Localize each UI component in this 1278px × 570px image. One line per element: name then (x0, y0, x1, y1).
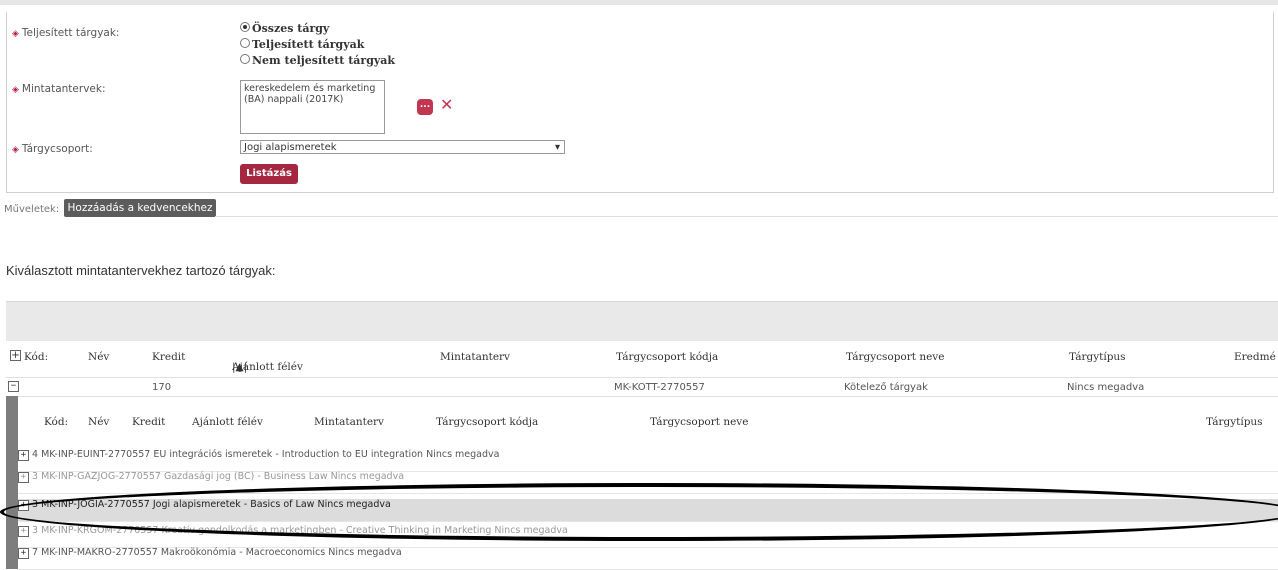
group-code: MK-KOTT-2770557 (614, 382, 705, 393)
row-type: Nincs megadva (328, 547, 402, 558)
radio-icon[interactable] (240, 38, 250, 48)
section-title: Kiválasztott mintatantervekhez tartozó t… (6, 263, 276, 278)
grid-toolbar (6, 301, 1278, 342)
col-eredmeny[interactable]: Eredmé (1234, 351, 1276, 363)
diamond-icon: ◈ (12, 29, 19, 39)
divider (215, 216, 1278, 217)
top-bar (0, 0, 1278, 5)
subtable-indent-bar (6, 396, 18, 569)
close-icon[interactable]: ✕ (440, 97, 453, 113)
table-row[interactable]: + 7 MK-INP-MAKRO-2770557 Makroökonómia -… (18, 547, 1278, 570)
col-targytipus[interactable]: Tárgytípus (1069, 351, 1126, 363)
col-targycsoport-neve[interactable]: Tárgycsoport neve (846, 351, 944, 363)
row-kredit: 3 (32, 525, 39, 536)
expand-icon[interactable]: + (18, 526, 29, 537)
row-kredit: 4 (32, 449, 39, 460)
curricula-browse-button[interactable]: ... (417, 99, 433, 115)
filter-panel (6, 12, 1274, 193)
sub-col-targytipus[interactable]: Tárgytípus (1206, 416, 1263, 428)
row-group-code: MK-INP-MAKRO-2770557 (41, 547, 158, 558)
chevron-down-icon[interactable]: ▾ (555, 141, 560, 155)
row-kredit: 7 (32, 547, 39, 558)
collapse-icon[interactable]: − (8, 381, 19, 392)
add-favorite-button[interactable]: Hozzáadás a kedvencekhez (64, 199, 216, 217)
col-mintatanterv[interactable]: Mintatanterv (440, 351, 510, 363)
row-group-name: EU integrációs ismeretek - Introduction … (153, 449, 424, 460)
row-group-name: Gazdasági jog (BC) - Business Law (163, 471, 328, 482)
radio-all-subjects[interactable]: Összes tárgy (240, 22, 329, 35)
group-label: ◈ Tárgycsoport: (12, 143, 93, 155)
highlight-ellipse-annotation (0, 483, 1278, 541)
diamond-icon: ◈ (12, 85, 19, 95)
sub-col-ajanlott-felev[interactable]: Ajánlott félév (192, 416, 263, 428)
list-button[interactable]: Listázás (240, 164, 298, 184)
row-group-code: MK-INP-EUINT-2770557 (41, 449, 151, 460)
expand-icon[interactable]: + (18, 450, 29, 461)
row-type: Nincs megadva (330, 471, 405, 482)
group-type: Nincs megadva (1067, 382, 1145, 393)
row-group-name: Makroökonómia - Macroeconomics (160, 547, 326, 558)
row-kredit: 3 (32, 471, 39, 482)
main-table-header: + Kód: Név Kredit Ajánlott félév |▲| Min… (6, 341, 1278, 373)
group-row[interactable]: − 170 MK-KOTT-2770557 Kötelező tárgyak N… (6, 377, 1278, 397)
completed-filter-label: ◈ Teljesített tárgyak: (12, 27, 120, 39)
sub-col-kod[interactable]: Kód: (44, 416, 68, 428)
row-type: Nincs megadva (426, 449, 500, 460)
curricula-textarea[interactable]: kereskedelem és marketing (BA) nappali (… (240, 80, 385, 134)
sub-col-nev[interactable]: Név (88, 416, 109, 428)
expand-icon[interactable]: + (18, 548, 29, 559)
sort-asc-icon[interactable]: |▲| (232, 361, 247, 373)
table-row[interactable]: + 4 MK-INP-EUINT-2770557 EU integrációs … (18, 449, 1278, 472)
sub-col-targycsoport-neve[interactable]: Tárgycsoport neve (650, 416, 748, 428)
col-kredit[interactable]: Kredit (152, 351, 185, 363)
sub-col-kredit[interactable]: Kredit (132, 416, 165, 428)
expand-all-icon[interactable]: + (10, 350, 21, 361)
sub-col-mintatanterv[interactable]: Mintatanterv (314, 416, 384, 428)
sub-table-header: Kód: Név Kredit Ajánlott félév Mintatant… (18, 412, 1278, 434)
row-group-code: MK-INP-GAZJOG-2770557 (41, 471, 161, 482)
group-name: Kötelező tárgyak (844, 382, 928, 393)
radio-completed-subjects[interactable]: Teljesített tárgyak (240, 38, 364, 51)
actions-label: Műveletek: (4, 204, 60, 215)
radio-not-completed-subjects[interactable]: Nem teljesített tárgyak (240, 54, 395, 67)
group-kredit: 170 (152, 382, 172, 393)
col-kod[interactable]: Kód: (24, 351, 48, 363)
radio-selected-icon[interactable] (240, 22, 250, 32)
diamond-icon: ◈ (12, 145, 19, 155)
expand-icon[interactable]: + (18, 472, 29, 483)
group-select[interactable]: Jogi alapismeretek ▾ (240, 140, 565, 154)
col-nev[interactable]: Név (88, 351, 109, 363)
curricula-label: ◈ Mintatantervek: (12, 83, 106, 95)
col-targycsoport-kodja[interactable]: Tárgycsoport kódja (616, 351, 718, 363)
radio-icon[interactable] (240, 54, 250, 64)
sub-col-targycsoport-kodja[interactable]: Tárgycsoport kódja (436, 416, 538, 428)
